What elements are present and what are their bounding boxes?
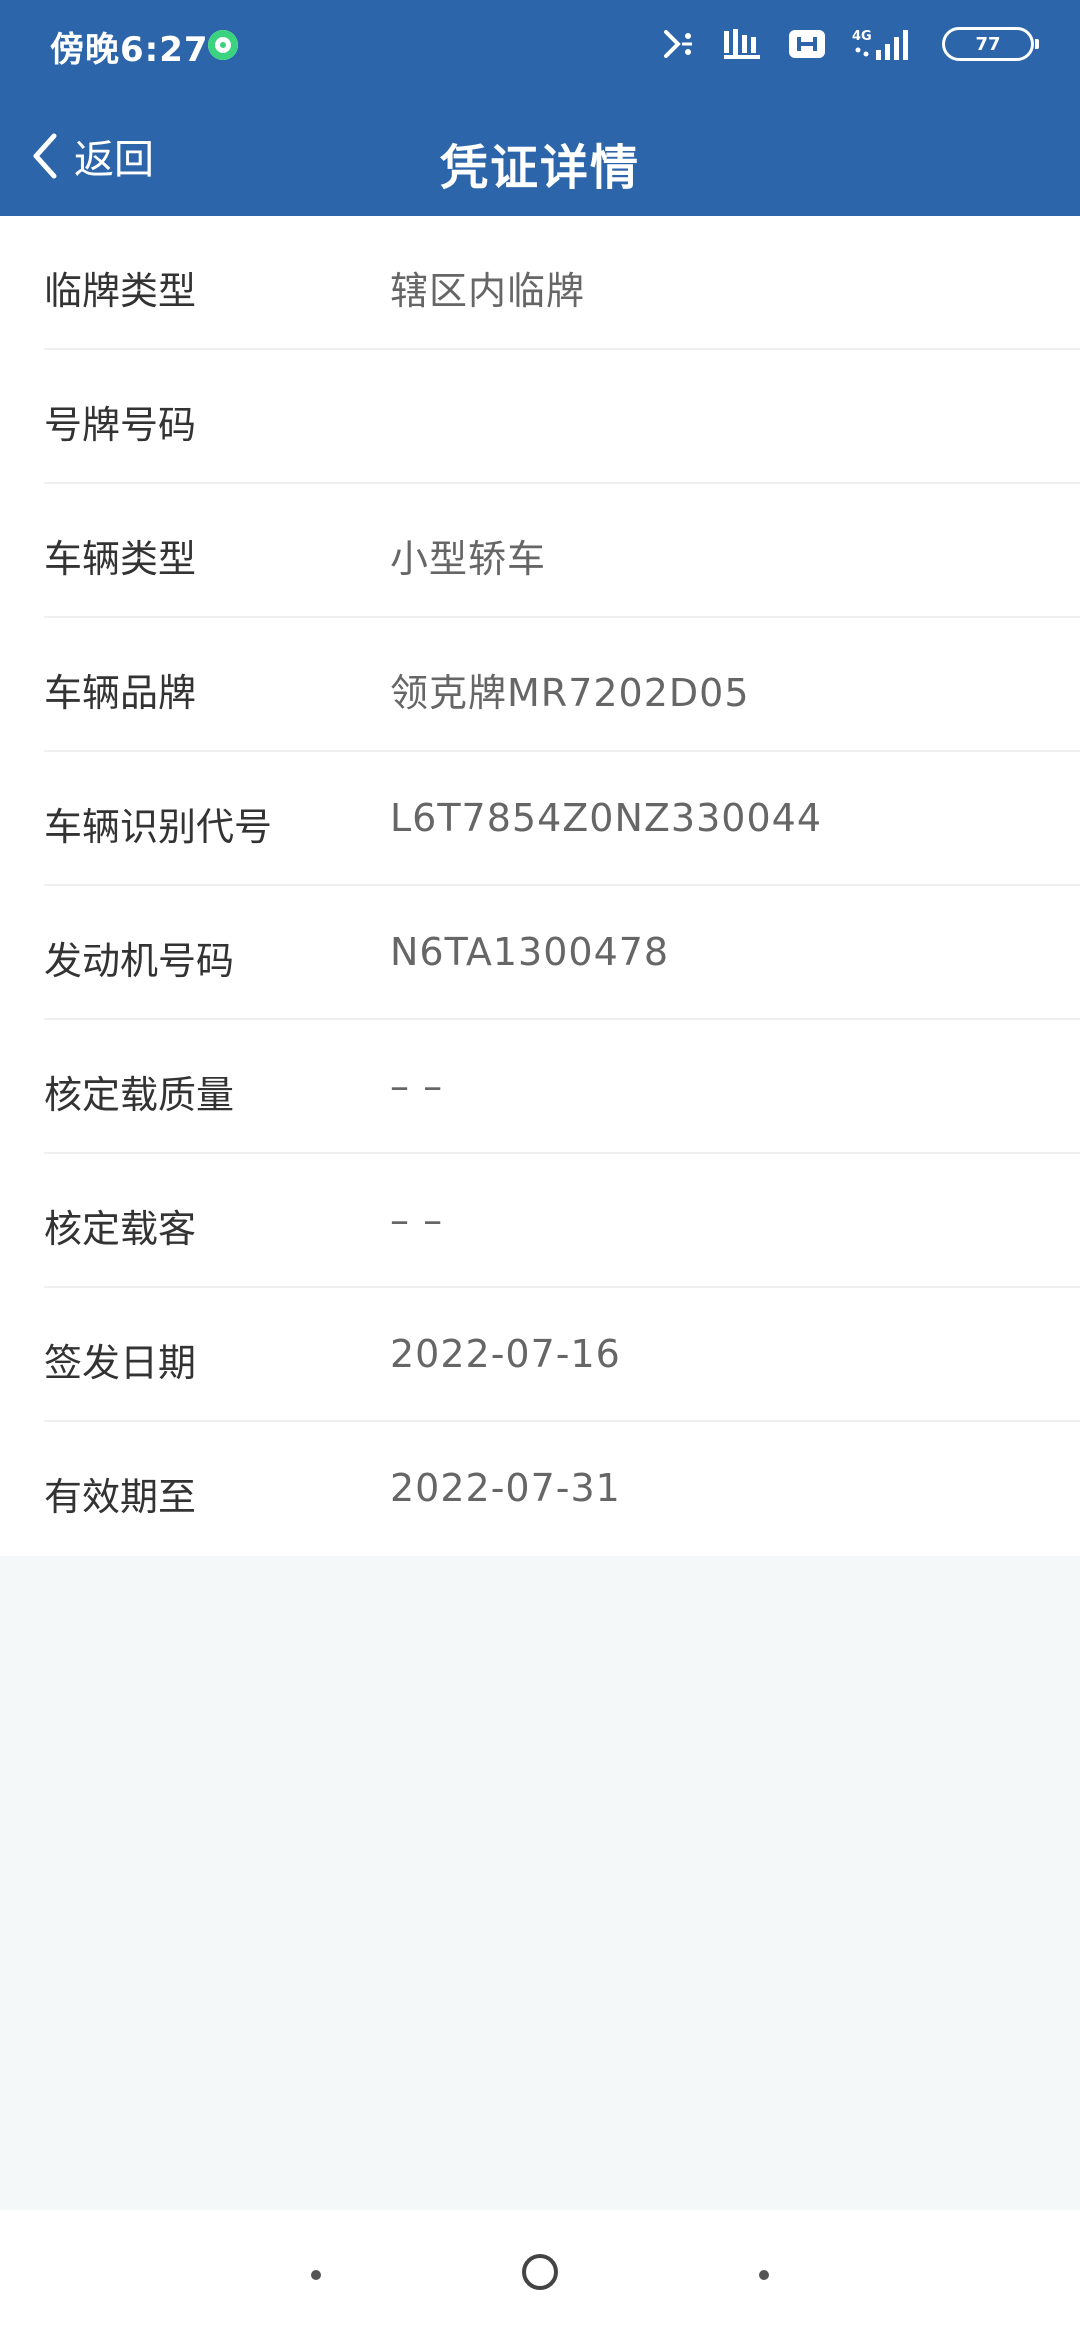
detail-value: 2022-07-31 [390, 1466, 621, 1510]
detail-label: 有效期至 [44, 1475, 197, 1519]
cellular-signal-icon: 4G [852, 29, 908, 60]
detail-label: 车辆类型 [44, 537, 197, 581]
nav-bar: 返回 凭证详情 [0, 100, 1080, 216]
page-title: 凭证详情 [439, 140, 640, 196]
detail-value: 领克牌MR7202D05 [390, 671, 750, 715]
signal-slash-icon [664, 30, 692, 58]
detail-row-engine-number: 发动机号码 N6TA1300478 [44, 886, 1080, 1020]
app-icon [789, 30, 825, 58]
detail-value: 2022-07-16 [390, 1332, 621, 1376]
detail-label: 签发日期 [44, 1341, 197, 1385]
battery-icon: 77 [942, 27, 1039, 61]
back-nav-button[interactable] [759, 2270, 769, 2280]
detail-label: 发动机号码 [44, 939, 235, 983]
detail-row-rated-load: 核定载质量 – – [44, 1020, 1080, 1154]
detail-label: 核定载客 [44, 1207, 197, 1251]
detail-value: 辖区内临牌 [390, 269, 586, 313]
status-time: 傍晚6:27 [50, 30, 209, 70]
voice-icon [724, 29, 760, 59]
detail-row-plate-type: 临牌类型 辖区内临牌 [44, 216, 1080, 350]
detail-row-vehicle-brand: 车辆品牌 领克牌MR7202D05 [44, 618, 1080, 752]
home-nav-button[interactable] [522, 2254, 558, 2290]
status-icons: 4G 77 [662, 24, 1039, 64]
status-bar: 傍晚6:27 4G 77 [0, 0, 1080, 90]
detail-label: 号牌号码 [44, 403, 197, 447]
detail-value: N6TA1300478 [390, 930, 670, 974]
detail-value: – – [390, 1198, 444, 1242]
detail-label: 车辆品牌 [44, 671, 197, 715]
detail-label: 临牌类型 [44, 269, 197, 313]
system-navigation-bar [0, 2210, 1080, 2340]
detail-row-vehicle-type: 车辆类型 小型轿车 [44, 484, 1080, 618]
network-label: 4G [852, 29, 872, 44]
battery-level: 77 [975, 33, 1001, 55]
detail-row-rated-passengers: 核定载客 – – [44, 1154, 1080, 1288]
detail-value: – – [390, 1064, 444, 1108]
detail-label: 核定载质量 [44, 1073, 235, 1117]
detail-value: L6T7854Z0NZ330044 [390, 796, 822, 840]
menu-nav-button[interactable] [311, 2270, 321, 2280]
detail-row-vin: 车辆识别代号 L6T7854Z0NZ330044 [44, 752, 1080, 886]
detail-label: 车辆识别代号 [44, 805, 273, 849]
green-dot-icon [208, 30, 238, 60]
detail-row-issue-date: 签发日期 2022-07-16 [44, 1288, 1080, 1422]
detail-row-plate-number: 号牌号码 [44, 350, 1080, 484]
detail-value: 小型轿车 [390, 537, 547, 581]
detail-row-valid-until: 有效期至 2022-07-31 [44, 1422, 1080, 1556]
app-header: 傍晚6:27 4G 77 返回 凭证详情 [0, 0, 1080, 216]
details-list: 临牌类型 辖区内临牌 号牌号码 车辆类型 小型轿车 车辆品牌 领克牌MR7202… [0, 216, 1080, 1556]
